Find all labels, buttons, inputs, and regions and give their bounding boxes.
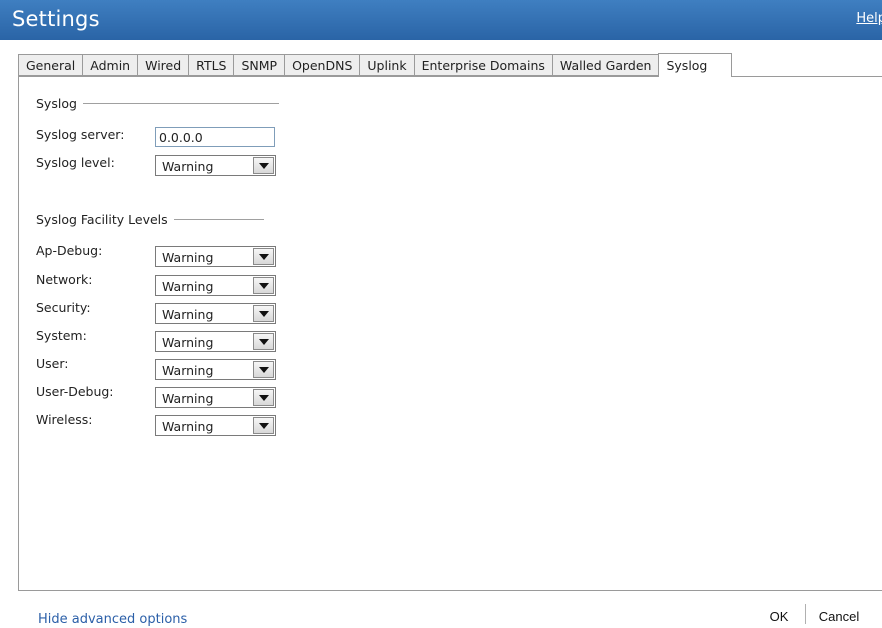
dropdown-arrow-icon[interactable] xyxy=(253,389,274,406)
user-select[interactable]: Warning xyxy=(155,359,276,380)
dropdown-arrow-icon[interactable] xyxy=(253,277,274,294)
section-divider xyxy=(82,103,279,104)
system-select[interactable]: Warning xyxy=(155,331,276,352)
user-value: Warning xyxy=(162,363,214,378)
dropdown-arrow-icon[interactable] xyxy=(253,157,274,174)
tab-wired[interactable]: Wired xyxy=(137,54,189,76)
syslog-panel xyxy=(18,76,882,591)
tab-rtls[interactable]: RTLS xyxy=(188,54,234,76)
security-label: Security: xyxy=(36,300,91,315)
user-debug-label: User-Debug: xyxy=(36,384,114,399)
hide-advanced-options-link[interactable]: Hide advanced options xyxy=(38,612,187,627)
syslog-server-input[interactable] xyxy=(155,127,275,147)
tab-general[interactable]: General xyxy=(18,54,83,76)
ap-debug-select[interactable]: Warning xyxy=(155,246,276,267)
syslog-server-label: Syslog server: xyxy=(36,127,125,142)
tab-walled-garden[interactable]: Walled Garden xyxy=(551,54,659,76)
button-separator xyxy=(805,604,806,624)
system-value: Warning xyxy=(162,335,214,350)
syslog-level-value: Warning xyxy=(162,159,214,174)
syslog-level-label: Syslog level: xyxy=(36,155,115,170)
syslog-section-header: Syslog xyxy=(36,96,279,111)
tab-opendns[interactable]: OpenDNS xyxy=(284,54,360,76)
tab-admin[interactable]: Admin xyxy=(82,54,138,76)
wireless-value: Warning xyxy=(162,419,214,434)
user-debug-value: Warning xyxy=(162,391,214,406)
facility-section-title: Syslog Facility Levels xyxy=(36,212,168,227)
tab-underline xyxy=(18,76,882,77)
tab-snmp[interactable]: SNMP xyxy=(233,54,285,76)
ok-button[interactable]: OK xyxy=(764,606,794,628)
syslog-level-select[interactable]: Warning xyxy=(155,155,276,176)
security-value: Warning xyxy=(162,307,214,322)
tab-uplink[interactable]: Uplink xyxy=(359,54,414,76)
ap-debug-label: Ap-Debug: xyxy=(36,243,103,258)
dropdown-arrow-icon[interactable] xyxy=(253,248,274,265)
dropdown-arrow-icon[interactable] xyxy=(253,333,274,350)
user-debug-select[interactable]: Warning xyxy=(155,387,276,408)
syslog-section-title: Syslog xyxy=(36,96,77,111)
wireless-label: Wireless: xyxy=(36,412,93,427)
wireless-select[interactable]: Warning xyxy=(155,415,276,436)
tab-syslog[interactable]: Syslog xyxy=(658,53,733,77)
network-select[interactable]: Warning xyxy=(155,275,276,296)
facility-section-header: Syslog Facility Levels xyxy=(36,212,264,227)
dropdown-arrow-icon[interactable] xyxy=(253,417,274,434)
help-link[interactable]: Help xyxy=(856,11,882,26)
dropdown-arrow-icon[interactable] xyxy=(253,305,274,322)
ap-debug-value: Warning xyxy=(162,250,214,265)
security-select[interactable]: Warning xyxy=(155,303,276,324)
page-title: Settings xyxy=(12,7,100,31)
tab-bar: General Admin Wired RTLS SNMP OpenDNS Up… xyxy=(18,53,733,77)
section-divider xyxy=(173,219,264,220)
cancel-button[interactable]: Cancel xyxy=(815,606,863,628)
dropdown-arrow-icon[interactable] xyxy=(253,361,274,378)
network-value: Warning xyxy=(162,279,214,294)
title-bar: Settings Help xyxy=(0,0,882,40)
user-label: User: xyxy=(36,356,69,371)
system-label: System: xyxy=(36,328,87,343)
network-label: Network: xyxy=(36,272,93,287)
tab-enterprise-domains[interactable]: Enterprise Domains xyxy=(413,54,552,76)
